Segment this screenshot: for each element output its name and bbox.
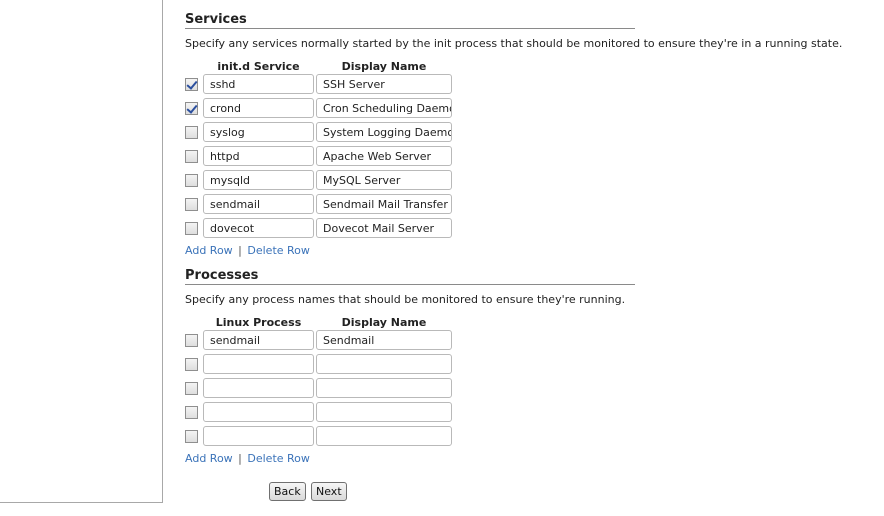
processes-process-input[interactable] bbox=[203, 378, 314, 398]
services-display-name-input[interactable]: System Logging Daemon bbox=[316, 122, 452, 142]
services-row-actions: Add Row | Delete Row bbox=[185, 244, 310, 258]
services-service-input[interactable]: sshd bbox=[203, 74, 314, 94]
services-row-checkbox[interactable] bbox=[185, 78, 198, 91]
processes-delete-row-link[interactable]: Delete Row bbox=[247, 452, 310, 465]
services-section-title: Services bbox=[185, 12, 635, 29]
services-display-name-input[interactable]: Sendmail Mail Transfer Agent bbox=[316, 194, 452, 214]
services-display-name-input[interactable]: Apache Web Server bbox=[316, 146, 452, 166]
services-row-checkbox[interactable] bbox=[185, 126, 198, 139]
services-delete-row-link[interactable]: Delete Row bbox=[247, 244, 310, 257]
processes-row-checkbox[interactable] bbox=[185, 406, 198, 419]
processes-row: sendmail Sendmail bbox=[185, 330, 455, 352]
services-service-input[interactable]: crond bbox=[203, 98, 314, 118]
back-button[interactable]: Back bbox=[269, 482, 306, 501]
processes-row bbox=[185, 426, 455, 448]
services-row: mysqld MySQL Server bbox=[185, 170, 455, 192]
services-service-input[interactable]: httpd bbox=[203, 146, 314, 166]
processes-process-input[interactable] bbox=[203, 402, 314, 422]
services-description: Specify any services normally started by… bbox=[185, 37, 843, 50]
services-row: crond Cron Scheduling Daemon bbox=[185, 98, 455, 120]
services-service-input[interactable]: sendmail bbox=[203, 194, 314, 214]
processes-row bbox=[185, 402, 455, 424]
processes-col-header-display: Display Name bbox=[341, 316, 427, 329]
services-row: sendmailSendmail Mail Transfer Agent bbox=[185, 194, 455, 216]
processes-row-checkbox[interactable] bbox=[185, 430, 198, 443]
services-col-header-service: init.d Service bbox=[217, 60, 300, 73]
processes-row bbox=[185, 354, 455, 376]
processes-row-checkbox[interactable] bbox=[185, 382, 198, 395]
wizard-page: Services Specify any services normally s… bbox=[0, 0, 884, 516]
processes-row-checkbox[interactable] bbox=[185, 334, 198, 347]
services-display-name-input[interactable]: Dovecot Mail Server bbox=[316, 218, 452, 238]
processes-col-header-process: Linux Process bbox=[215, 316, 302, 329]
services-row: httpd Apache Web Server bbox=[185, 146, 455, 168]
services-service-input[interactable]: mysqld bbox=[203, 170, 314, 190]
processes-display-name-input[interactable] bbox=[316, 354, 452, 374]
services-row-checkbox[interactable] bbox=[185, 222, 198, 235]
processes-display-name-input[interactable] bbox=[316, 402, 452, 422]
services-add-row-link[interactable]: Add Row bbox=[185, 244, 233, 257]
services-row: syslog System Logging Daemon bbox=[185, 122, 455, 144]
processes-section-title: Processes bbox=[185, 268, 635, 285]
services-display-name-input[interactable]: SSH Server bbox=[316, 74, 452, 94]
processes-display-name-input[interactable]: Sendmail bbox=[316, 330, 452, 350]
processes-process-input[interactable] bbox=[203, 426, 314, 446]
processes-process-input[interactable]: sendmail bbox=[203, 330, 314, 350]
processes-description: Specify any process names that should be… bbox=[185, 293, 626, 306]
processes-link-separator: | bbox=[238, 452, 242, 465]
processes-display-name-input[interactable] bbox=[316, 426, 452, 446]
services-col-header-display: Display Name bbox=[341, 60, 427, 73]
processes-row-checkbox[interactable] bbox=[185, 358, 198, 371]
services-row-checkbox[interactable] bbox=[185, 198, 198, 211]
services-row-checkbox[interactable] bbox=[185, 174, 198, 187]
processes-display-name-input[interactable] bbox=[316, 378, 452, 398]
services-row: dovecot Dovecot Mail Server bbox=[185, 218, 455, 240]
services-display-name-input[interactable]: Cron Scheduling Daemon bbox=[316, 98, 452, 118]
services-row-checkbox[interactable] bbox=[185, 150, 198, 163]
next-button[interactable]: Next bbox=[311, 482, 347, 501]
services-row-checkbox[interactable] bbox=[185, 102, 198, 115]
left-sidebar-panel bbox=[0, 0, 163, 503]
services-display-name-input[interactable]: MySQL Server bbox=[316, 170, 452, 190]
services-link-separator: | bbox=[238, 244, 242, 257]
processes-process-input[interactable] bbox=[203, 354, 314, 374]
processes-add-row-link[interactable]: Add Row bbox=[185, 452, 233, 465]
processes-row-actions: Add Row | Delete Row bbox=[185, 452, 310, 466]
processes-row bbox=[185, 378, 455, 400]
services-service-input[interactable]: dovecot bbox=[203, 218, 314, 238]
services-service-input[interactable]: syslog bbox=[203, 122, 314, 142]
services-row: sshd SSH Server bbox=[185, 74, 455, 96]
